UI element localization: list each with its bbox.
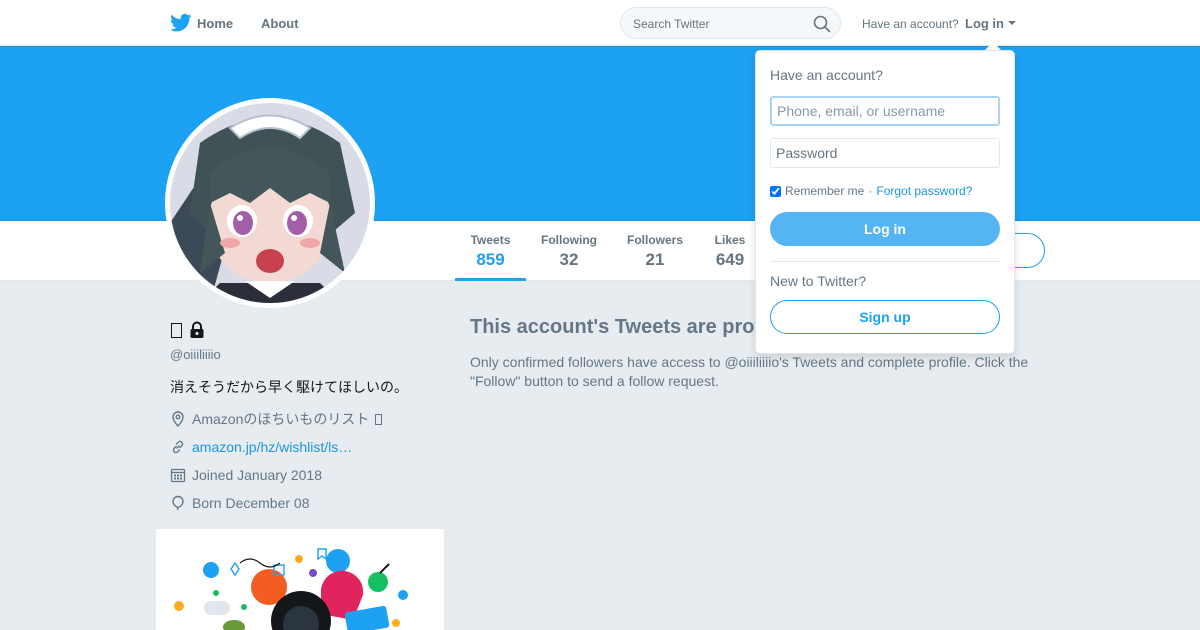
location-glyph (375, 413, 383, 425)
joined-text: Joined January 2018 (192, 467, 322, 483)
have-account-text: Have an account? (862, 17, 959, 31)
username-field[interactable] (770, 96, 1000, 126)
search-input[interactable] (633, 15, 803, 33)
remember-checkbox[interactable] (770, 185, 781, 197)
balloon-icon (172, 495, 184, 511)
profile-url: amazon.jp/hz/wishlist/ls… (170, 437, 352, 457)
login-button[interactable]: Log in (770, 212, 1000, 246)
profile-joined: Joined January 2018 (170, 465, 322, 485)
profile-url-link[interactable]: amazon.jp/hz/wishlist/ls… (192, 439, 352, 455)
stat-label: Tweets (470, 233, 511, 247)
dropdown-divider (770, 261, 1000, 262)
dropdown-heading: Have an account? (770, 67, 883, 83)
login-dropdown-toggle[interactable]: Log in (965, 16, 1004, 31)
stat-followers[interactable]: Followers 21 (620, 233, 690, 270)
calendar-icon (170, 468, 186, 483)
twitter-bird-icon[interactable] (170, 13, 192, 33)
top-nav: Home About Have an account? Log in (0, 0, 1200, 46)
caret-down-icon[interactable] (1008, 21, 1016, 25)
profile-bio: 消えそうだから早く駆けてほしいの。 (170, 379, 408, 395)
avatar-image (170, 103, 370, 303)
stat-label: Following (541, 233, 597, 247)
search-box (620, 7, 841, 39)
lock-icon (190, 321, 204, 338)
remember-row: Remember me · Forgot password? (770, 184, 972, 198)
stat-tweets[interactable]: Tweets 859 (455, 233, 526, 270)
stat-likes[interactable]: Likes 649 (708, 233, 752, 270)
nav-about-link[interactable]: About (261, 16, 299, 31)
link-icon (172, 440, 184, 454)
stat-value: 859 (476, 250, 505, 269)
profile-birthday: Born December 08 (170, 493, 310, 513)
stat-following[interactable]: Following 32 (534, 233, 604, 270)
profile-handle[interactable]: @oiiiliiiio (170, 347, 221, 362)
nav-home-link[interactable]: Home (197, 16, 233, 31)
remember-label: Remember me (785, 184, 865, 198)
stat-label: Followers (626, 233, 683, 247)
location-pin-icon (172, 411, 184, 427)
search-icon[interactable] (813, 15, 831, 33)
promo-artwork (174, 548, 408, 630)
avatar[interactable] (165, 98, 375, 308)
forgot-password-link[interactable]: Forgot password? (876, 184, 972, 198)
promo-illustration (156, 529, 444, 630)
location-text: Amazonのほちいものリスト (192, 411, 370, 427)
separator-dot: · (868, 184, 873, 198)
new-to-twitter-text: New to Twitter? (770, 273, 867, 289)
login-dropdown: Have an account? Remember me · Forgot pa… (755, 50, 1015, 354)
profile-name-row (171, 320, 206, 340)
active-tab-underline (455, 278, 526, 281)
stat-label: Likes (714, 233, 746, 247)
stat-value: 32 (559, 250, 579, 269)
stat-value: 21 (645, 250, 665, 269)
born-text: Born December 08 (192, 495, 310, 511)
profile-location: Amazonのほちいものリスト (170, 409, 383, 429)
signup-button[interactable]: Sign up (770, 300, 1000, 334)
stat-value: 649 (715, 250, 745, 269)
display-name-glyph (171, 322, 182, 338)
password-field[interactable] (770, 138, 1000, 168)
protected-body: Only confirmed followers have access to … (470, 354, 1029, 389)
